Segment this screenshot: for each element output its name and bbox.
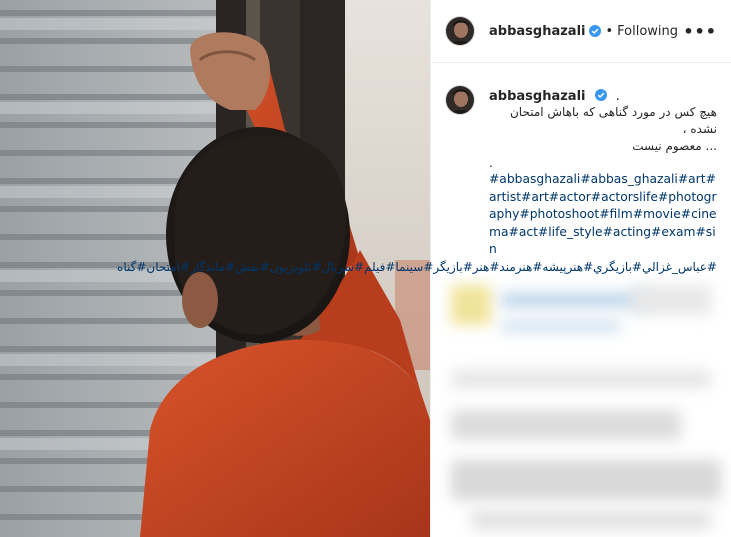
hashtags-english[interactable]: #abbasghazali#abbas_ghazali#art#artist#a… [489, 171, 717, 259]
header-username[interactable]: abbasghazali [489, 24, 585, 39]
avatar-image [446, 17, 474, 45]
caption-line-2: ... معصوم نیست [632, 139, 717, 153]
header-separator: • [605, 23, 614, 39]
blurred-block [501, 293, 651, 307]
more-options-icon[interactable]: ••• [683, 22, 717, 41]
verified-badge-icon [594, 89, 607, 101]
caption-line-1: هیچ کس در مورد گناهی که باهاش امتحان نشد… [509, 105, 717, 136]
verified-badge-icon [589, 25, 602, 37]
caption-avatar-image [446, 86, 474, 114]
blurred-comments [431, 275, 731, 537]
blurred-block [451, 370, 711, 388]
blurred-block [501, 320, 621, 332]
caption-body: abbasghazali . هیچ کس در مورد گناهی که ب… [117, 85, 717, 277]
avatar[interactable] [445, 16, 475, 46]
caption-dot: . [615, 89, 620, 104]
blurred-block [451, 285, 491, 325]
following-button[interactable]: Following [617, 24, 678, 39]
caption-username[interactable]: abbasghazali [489, 89, 585, 104]
instagram-post-view: abbasghazali • Following ••• abbasghazal… [0, 0, 731, 537]
blurred-block [471, 510, 711, 530]
blurred-block [451, 460, 721, 500]
post-header: abbasghazali • Following ••• [431, 0, 731, 63]
caption-avatar[interactable] [445, 85, 475, 115]
caption: abbasghazali . هیچ کس در مورد گناهی که ب… [117, 63, 731, 277]
blurred-block [451, 410, 681, 440]
blurred-block [631, 285, 711, 315]
post-sidebar: abbasghazali • Following ••• abbasghazal… [117, 0, 731, 537]
caption-line-3: . [489, 156, 493, 170]
hashtags-persian[interactable]: #عباس_غزالي#بازيگري#هنرپيشه#هنرمند#هنر#ب… [117, 259, 717, 277]
